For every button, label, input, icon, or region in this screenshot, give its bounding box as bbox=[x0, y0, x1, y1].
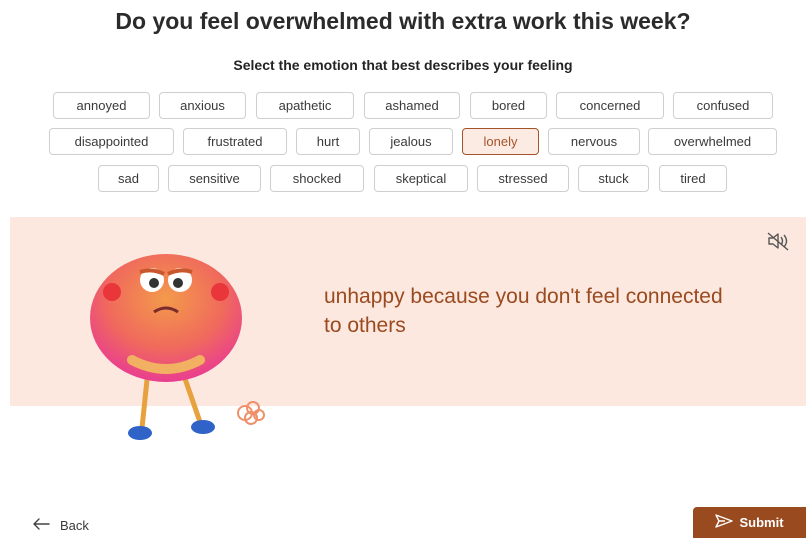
emotion-chip-jealous[interactable]: jealous bbox=[369, 128, 453, 155]
emotion-chip-annoyed[interactable]: annoyed bbox=[53, 92, 150, 119]
speaker-muted-icon[interactable] bbox=[766, 230, 792, 252]
emotion-row-1: annoyed anxious apathetic ashamed bored … bbox=[0, 92, 806, 121]
emotion-row-2: disappointed frustrated hurt jealous lon… bbox=[0, 128, 806, 157]
emotion-chip-shocked[interactable]: shocked bbox=[270, 165, 364, 192]
emotion-chip-stressed[interactable]: stressed bbox=[477, 165, 569, 192]
emotion-chip-tired[interactable]: tired bbox=[659, 165, 727, 192]
submit-label: Submit bbox=[739, 515, 784, 530]
emotion-chip-hurt[interactable]: hurt bbox=[296, 128, 360, 155]
emotion-chip-ashamed[interactable]: ashamed bbox=[364, 92, 460, 119]
emotion-chip-apathetic[interactable]: apathetic bbox=[256, 92, 354, 119]
emotion-chip-disappointed[interactable]: disappointed bbox=[49, 128, 174, 155]
emotion-chip-sensitive[interactable]: sensitive bbox=[168, 165, 261, 192]
emotion-chip-concerned[interactable]: concerned bbox=[556, 92, 664, 119]
emotion-row-3: sad sensitive shocked skeptical stressed… bbox=[0, 165, 806, 194]
emotion-chip-sad[interactable]: sad bbox=[98, 165, 159, 192]
emotion-chip-anxious[interactable]: anxious bbox=[159, 92, 246, 119]
emotion-chip-confused[interactable]: confused bbox=[673, 92, 773, 119]
emotion-chip-bored[interactable]: bored bbox=[470, 92, 547, 119]
emotion-chip-nervous[interactable]: nervous bbox=[548, 128, 640, 155]
submit-button[interactable]: Submit bbox=[693, 507, 806, 538]
arrow-left-icon bbox=[32, 517, 50, 533]
question-subtitle: Select the emotion that best describes y… bbox=[233, 57, 573, 73]
question-title: Do you feel overwhelmed with extra work … bbox=[115, 8, 691, 34]
send-icon bbox=[715, 514, 734, 531]
emotion-chip-skeptical[interactable]: skeptical bbox=[374, 165, 468, 192]
back-label: Back bbox=[60, 517, 89, 533]
emotion-chip-overwhelmed[interactable]: overwhelmed bbox=[648, 128, 777, 155]
emotion-chip-stuck[interactable]: stuck bbox=[578, 165, 649, 192]
fuzzy-monster-character-icon bbox=[70, 250, 290, 445]
back-button[interactable]: Back bbox=[32, 514, 89, 536]
emotion-chip-frustrated[interactable]: frustrated bbox=[183, 128, 287, 155]
emotion-chip-lonely[interactable]: lonely bbox=[462, 128, 539, 155]
emotion-description: unhappy because you don't feel connected… bbox=[324, 285, 723, 337]
